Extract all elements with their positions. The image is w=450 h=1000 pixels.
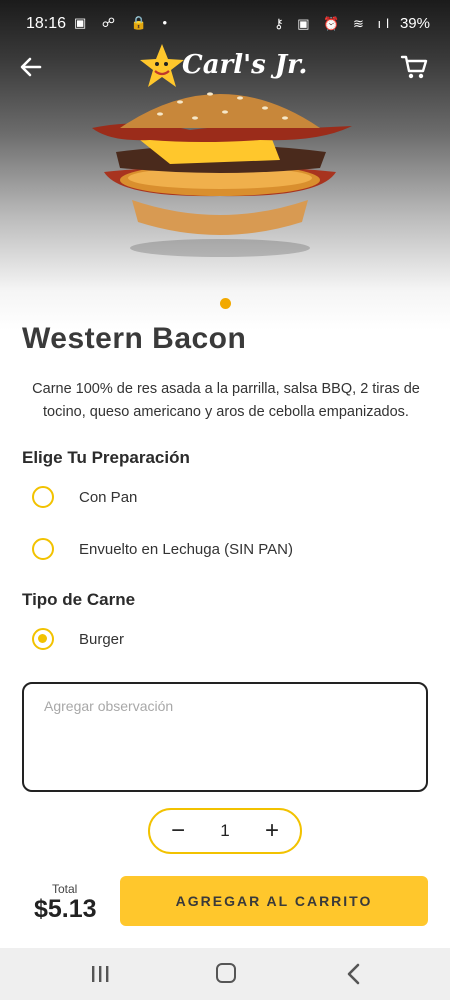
status-system-icons: ⚷ ▣ ⏰ ≋ ıl <box>274 16 394 31</box>
option-label: Burger <box>79 630 125 648</box>
product-description: Carne 100% de res asada a la parrilla, s… <box>32 381 420 420</box>
preparation-section-title: Elige Tu Preparación <box>22 448 190 467</box>
total-price: $5.13 <box>34 895 97 923</box>
logo-text: Carl's Jr. <box>182 50 308 80</box>
option-envuelto-lechuga[interactable]: Envuelto en Lechuga (SIN PAN) <box>32 537 293 561</box>
option-label: Con Pan <box>79 488 138 506</box>
total-label: Total <box>52 882 78 896</box>
option-burger[interactable]: Burger <box>32 627 124 651</box>
home-icon[interactable] <box>216 963 236 983</box>
arrow-left-icon <box>20 57 42 77</box>
product-title: Western Bacon <box>22 322 247 355</box>
option-label: Envuelto en Lechuga (SIN PAN) <box>79 540 294 558</box>
increase-quantity-button[interactable]: + <box>260 819 284 843</box>
observation-field-container <box>22 682 428 792</box>
meat-section-title: Tipo de Carne <box>22 590 136 609</box>
cart-button[interactable] <box>400 54 428 80</box>
status-time: 18:16 <box>26 15 67 32</box>
chevron-left-icon[interactable] <box>344 963 364 985</box>
battery-level: 39% <box>399 15 430 32</box>
add-to-cart-button[interactable]: AGREGAR AL CARRITO <box>120 876 428 926</box>
cart-icon <box>400 55 428 79</box>
carousel-indicator[interactable] <box>220 298 231 309</box>
system-navigation-bar <box>0 948 450 1000</box>
product-image <box>92 92 352 257</box>
radio-button[interactable] <box>32 486 54 508</box>
option-con-pan[interactable]: Con Pan <box>32 485 137 509</box>
quantity-value: 1 <box>220 821 230 840</box>
status-notification-icons: ▣ ☍ 🔒 • <box>74 15 174 30</box>
recent-apps-icon[interactable] <box>90 964 110 984</box>
quantity-stepper: − 1 + <box>148 808 302 854</box>
observation-input[interactable] <box>44 698 406 776</box>
radio-button[interactable] <box>32 538 54 560</box>
back-button[interactable] <box>18 54 46 82</box>
radio-button-selected[interactable] <box>32 628 54 650</box>
decrease-quantity-button[interactable]: − <box>166 819 190 843</box>
